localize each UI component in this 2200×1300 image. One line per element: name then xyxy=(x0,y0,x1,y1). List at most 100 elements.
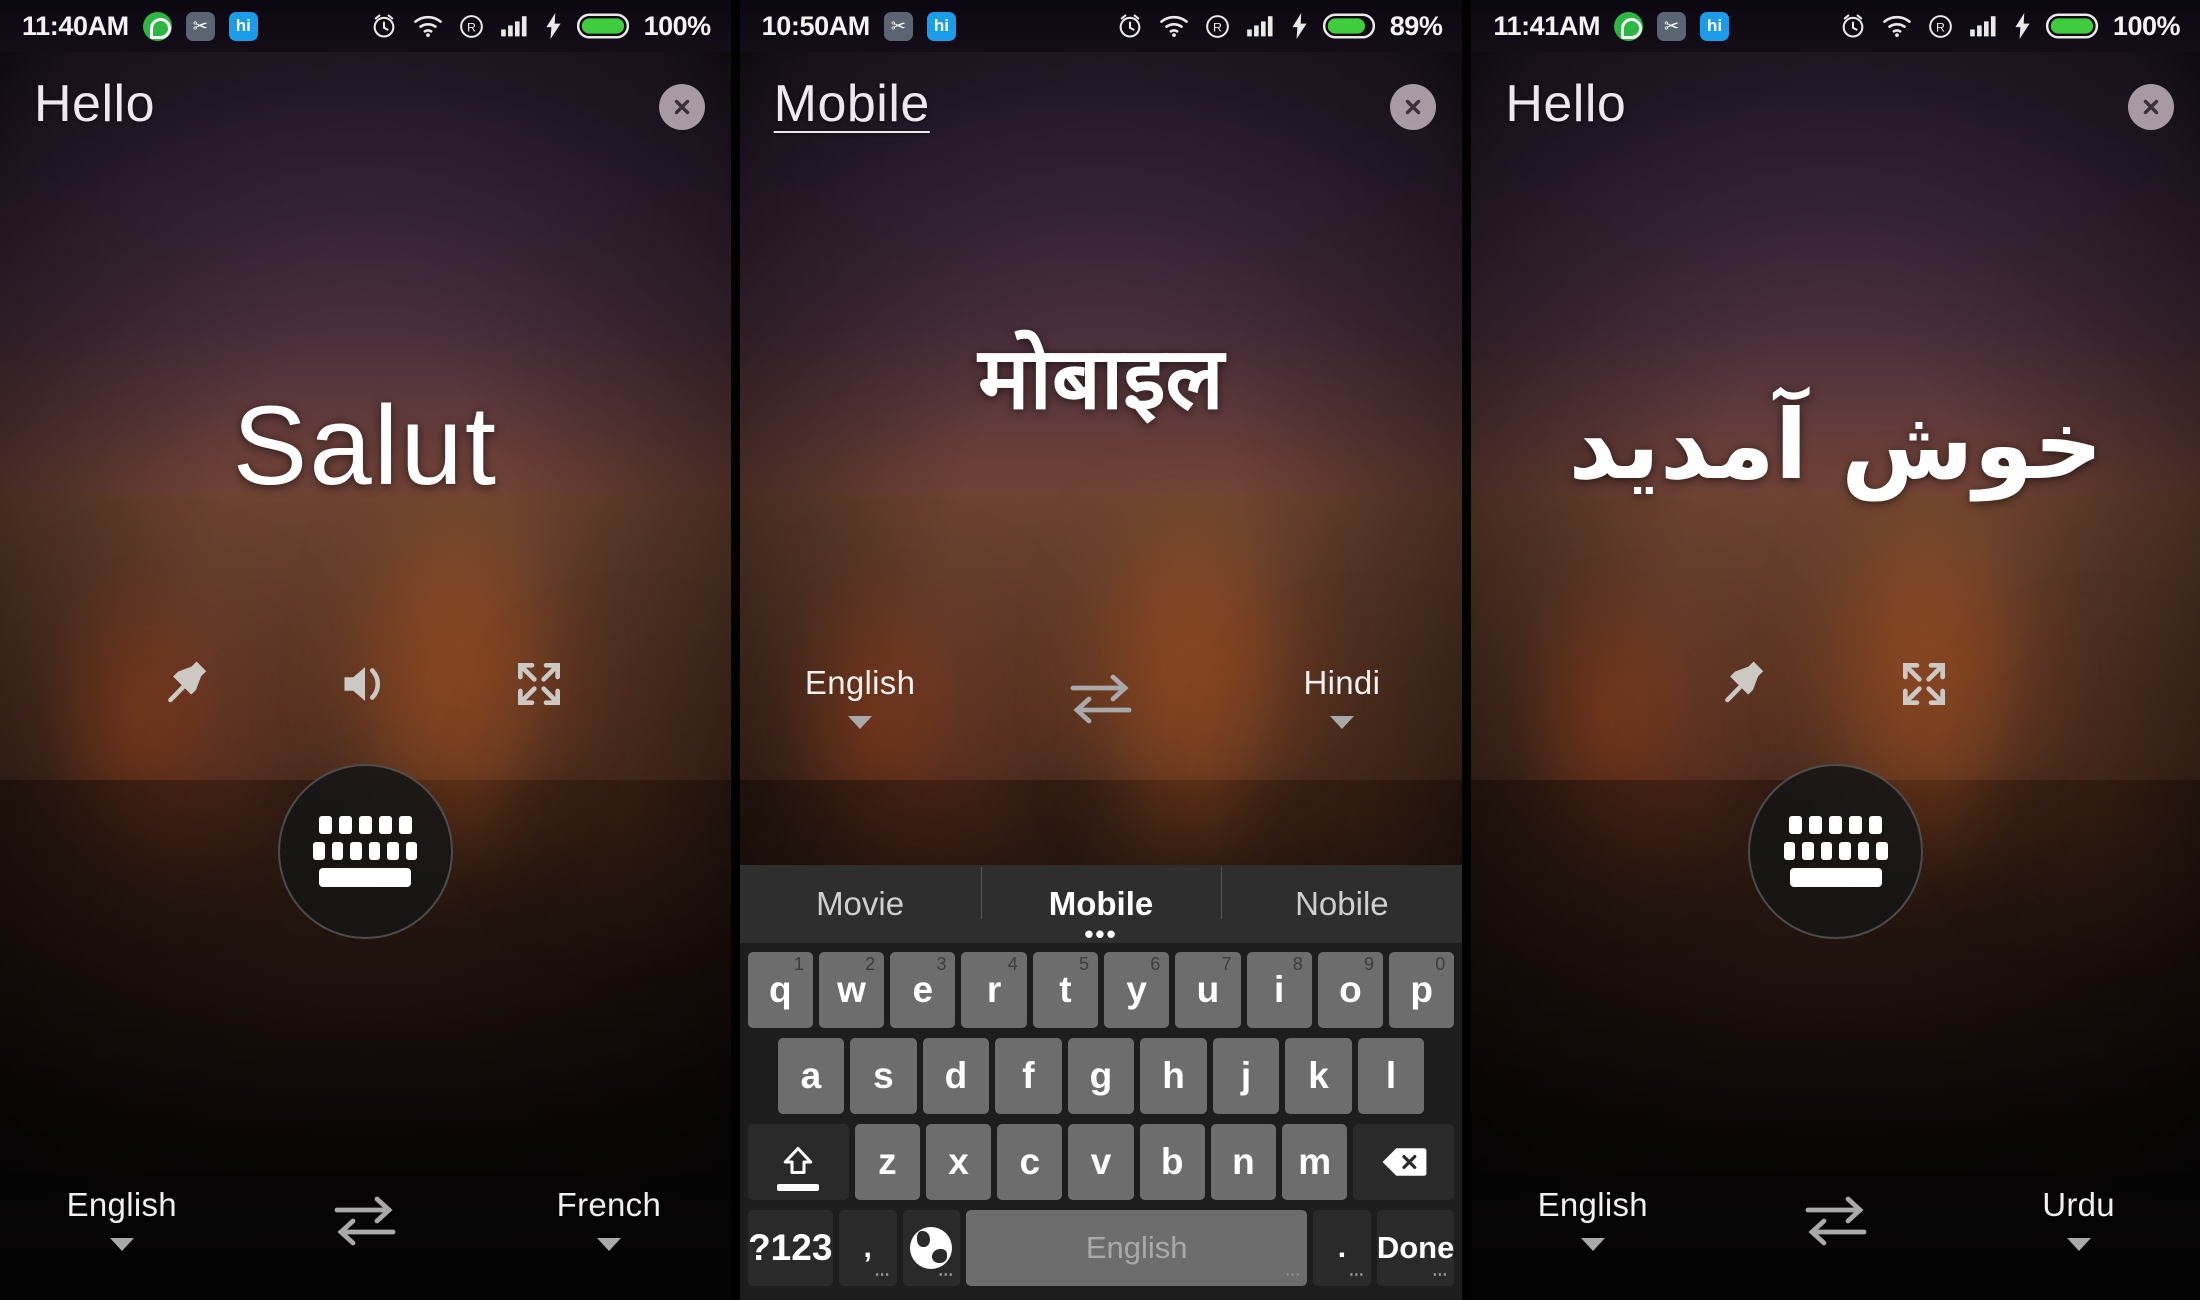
target-language-selector[interactable]: Hindi xyxy=(1221,664,1462,729)
globe-icon[interactable]: ⋯ xyxy=(902,1210,961,1286)
key-n[interactable]: n xyxy=(1210,1124,1277,1200)
key-x[interactable]: x xyxy=(925,1124,992,1200)
key-q[interactable]: 1q xyxy=(747,952,813,1028)
key-o[interactable]: 9o xyxy=(1317,952,1384,1028)
language-bar: English Hindi xyxy=(740,650,1463,770)
suggestion-item[interactable]: Movie xyxy=(740,885,981,923)
key-superscript: 1 xyxy=(793,954,804,974)
tool-row xyxy=(0,652,731,716)
key-label: i xyxy=(1274,969,1285,1010)
speaker-icon[interactable] xyxy=(333,652,397,716)
key-u[interactable]: 7u xyxy=(1175,952,1241,1028)
key-f[interactable]: f xyxy=(995,1038,1062,1114)
suggestion-more-dots[interactable]: ••• xyxy=(1084,921,1117,947)
key-p[interactable]: 0p xyxy=(1389,952,1455,1028)
status-time: 11:40AM xyxy=(22,10,129,41)
source-language-selector[interactable]: English xyxy=(1471,1186,1714,1251)
key-label: t xyxy=(1059,969,1072,1010)
key-z[interactable]: z xyxy=(854,1124,920,1200)
key-c[interactable]: c xyxy=(997,1124,1063,1200)
key-b[interactable]: b xyxy=(1139,1124,1205,1200)
tool-row xyxy=(1471,652,2200,716)
symbols-key[interactable]: ?123 xyxy=(747,1210,833,1286)
chevron-down-icon xyxy=(2066,1238,2091,1251)
swap-arrows-icon[interactable] xyxy=(244,1186,488,1248)
long-press-dots: ⋯ xyxy=(938,1266,955,1283)
source-word[interactable]: Mobile xyxy=(774,78,930,130)
battery-icon xyxy=(1322,13,1375,39)
key-h[interactable]: h xyxy=(1140,1038,1207,1114)
onscreen-keyboard: Movie Mobile ••• Nobile 1q 2w 3e 4r 5t 6… xyxy=(739,865,1463,1300)
source-word[interactable]: Hello xyxy=(34,78,155,130)
comma-key[interactable]: , ⋯ xyxy=(838,1210,897,1286)
shift-icon[interactable] xyxy=(747,1124,849,1200)
key-a[interactable]: a xyxy=(777,1038,845,1114)
key-g[interactable]: g xyxy=(1067,1038,1135,1114)
svg-text:R: R xyxy=(467,20,476,34)
period-label: . xyxy=(1337,1231,1347,1264)
key-superscript: 7 xyxy=(1221,954,1232,974)
suggestion-item[interactable]: Nobile xyxy=(1221,867,1462,923)
source-language-selector[interactable]: English xyxy=(740,664,981,729)
signal-icon xyxy=(500,16,527,37)
source-language-label: English xyxy=(1537,1186,1648,1223)
target-language-label: Hindi xyxy=(1303,664,1381,701)
key-superscript: 6 xyxy=(1150,954,1161,974)
close-icon[interactable] xyxy=(1390,84,1437,130)
key-label: w xyxy=(837,969,866,1010)
status-right: R 100% xyxy=(1839,11,2180,42)
space-key[interactable]: English ⋯ xyxy=(966,1210,1308,1286)
key-label: u xyxy=(1196,969,1220,1010)
language-bar: English French xyxy=(0,1172,731,1300)
pin-icon[interactable] xyxy=(159,652,223,716)
expand-icon[interactable] xyxy=(507,652,571,716)
key-label: y xyxy=(1126,969,1147,1010)
source-language-label: English xyxy=(804,664,916,701)
long-press-dots: ⋯ xyxy=(1285,1266,1302,1283)
close-icon[interactable] xyxy=(2127,84,2174,130)
suggestion-item-active[interactable]: Mobile ••• xyxy=(980,867,1222,947)
translation-result: خوش آمدید xyxy=(1568,389,2103,501)
pin-icon[interactable] xyxy=(1716,652,1780,716)
keyboard-icon[interactable] xyxy=(1748,764,1924,939)
keyboard-icon[interactable] xyxy=(277,764,453,939)
suggestion-bar: Movie Mobile ••• Nobile xyxy=(739,865,1463,947)
alarm-icon xyxy=(373,14,394,38)
target-language-selector[interactable]: Urdu xyxy=(1957,1186,2200,1251)
key-superscript: 2 xyxy=(865,954,876,974)
panel-english-french: 11:40AM R xyxy=(0,0,731,1300)
done-key[interactable]: Done ⋯ xyxy=(1376,1210,1455,1286)
key-t[interactable]: 5t xyxy=(1032,952,1098,1028)
chevron-down-icon xyxy=(1580,1238,1605,1251)
status-bar: 10:50AM R xyxy=(739,0,1463,52)
swap-arrows-icon[interactable] xyxy=(1714,1186,1957,1248)
swap-arrows-icon[interactable] xyxy=(981,664,1222,726)
long-press-dots: ⋯ xyxy=(1432,1266,1449,1283)
key-i[interactable]: 8i xyxy=(1246,952,1312,1028)
close-icon[interactable] xyxy=(658,84,705,130)
key-s[interactable]: s xyxy=(850,1038,917,1114)
period-key[interactable]: . ⋯ xyxy=(1313,1210,1371,1286)
source-word[interactable]: Hello xyxy=(1505,78,1626,130)
backspace-icon[interactable] xyxy=(1353,1124,1455,1200)
battery-percent: 100% xyxy=(643,10,712,41)
keyboard-row-3: z x c v b n m xyxy=(744,1124,1459,1200)
key-m[interactable]: m xyxy=(1282,1124,1348,1200)
key-r[interactable]: 4r xyxy=(961,952,1027,1028)
key-v[interactable]: v xyxy=(1068,1124,1134,1200)
key-k[interactable]: k xyxy=(1285,1038,1352,1114)
key-j[interactable]: j xyxy=(1212,1038,1280,1114)
key-w[interactable]: 2w xyxy=(818,952,885,1028)
target-language-selector[interactable]: French xyxy=(487,1186,731,1251)
key-l[interactable]: l xyxy=(1357,1038,1425,1114)
charging-icon xyxy=(2015,13,2030,39)
key-label: e xyxy=(912,969,934,1010)
key-e[interactable]: 3e xyxy=(890,952,956,1028)
charging-icon xyxy=(1292,13,1307,39)
key-d[interactable]: d xyxy=(922,1038,990,1114)
suggestion-label: Mobile xyxy=(1048,885,1154,922)
expand-icon[interactable] xyxy=(1892,652,1956,716)
status-time: 10:50AM xyxy=(761,10,871,41)
key-y[interactable]: 6y xyxy=(1103,952,1170,1028)
source-language-selector[interactable]: English xyxy=(0,1186,244,1251)
